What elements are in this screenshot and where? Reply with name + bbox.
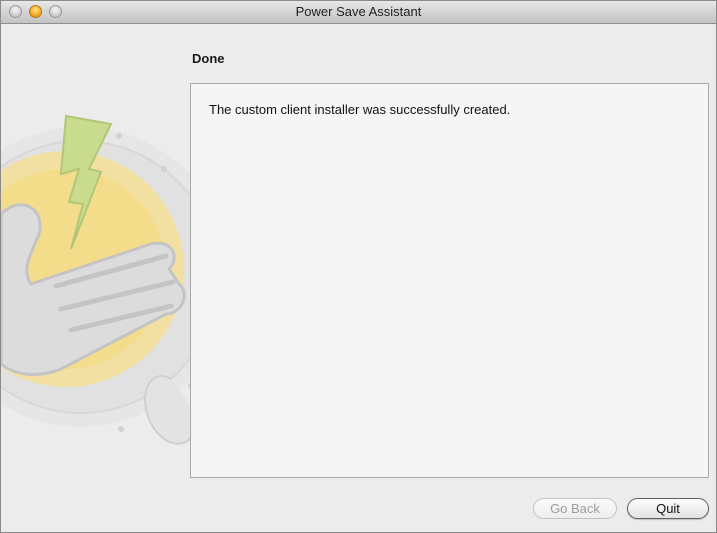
content-panel: The custom client installer was successf…	[190, 83, 709, 478]
title-bar[interactable]: Power Save Assistant	[1, 1, 716, 24]
status-message: The custom client installer was successf…	[209, 102, 511, 117]
window-title: Power Save Assistant	[295, 4, 422, 19]
assistant-window: Power Save Assistant Done The custom cli…	[0, 0, 717, 533]
step-heading: Done	[192, 51, 225, 66]
go-back-button[interactable]: Go Back	[533, 498, 617, 519]
quit-button[interactable]: Quit	[627, 498, 709, 519]
